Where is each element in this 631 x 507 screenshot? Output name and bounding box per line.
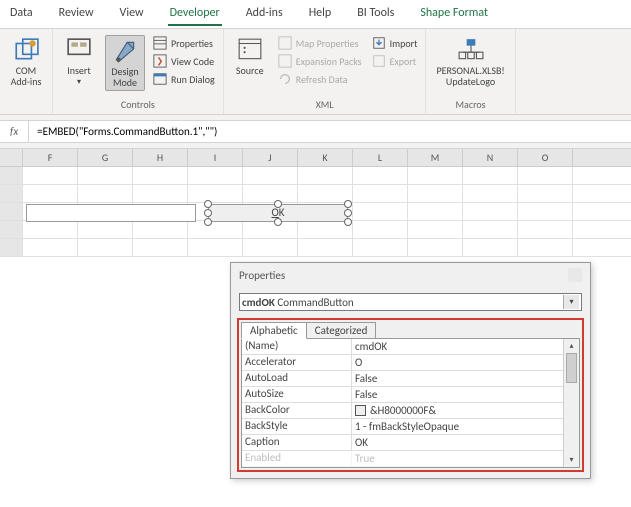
insert-icon <box>66 37 92 63</box>
view-code-icon: ❯ <box>153 54 167 68</box>
tab-review[interactable]: Review <box>57 4 96 26</box>
expansion-icon <box>278 54 292 68</box>
object-selector[interactable]: cmdOK CommandButton ▾ <box>239 293 582 311</box>
col-header[interactable]: N <box>463 149 518 166</box>
tab-addins[interactable]: Add-ins <box>244 4 285 26</box>
scrollbar[interactable]: ▴ ▾ <box>563 339 579 467</box>
close-icon[interactable] <box>568 268 582 282</box>
tab-data[interactable]: Data <box>8 4 35 26</box>
import-icon <box>372 36 386 50</box>
property-grid[interactable]: (Name)cmdOK AcceleratorO AutoLoadFalse A… <box>241 338 580 468</box>
macro-icon <box>458 37 484 63</box>
chevron-down-icon: ▾ <box>77 78 81 87</box>
map-properties-button[interactable]: Map Properties <box>276 35 364 51</box>
color-swatch <box>355 405 366 416</box>
column-headers: F G H I J K L M N O <box>0 149 631 167</box>
refresh-data-button[interactable]: Refresh Data <box>276 71 364 87</box>
resize-handle[interactable] <box>344 200 352 208</box>
group-label-macros: Macros <box>456 98 486 112</box>
prop-name[interactable]: (Name) <box>242 339 352 354</box>
resize-handle[interactable] <box>204 209 212 217</box>
resize-handle[interactable] <box>204 200 212 208</box>
scroll-up-icon[interactable]: ▴ <box>564 339 579 353</box>
resize-handle[interactable] <box>204 218 212 226</box>
prop-name[interactable]: AutoLoad <box>242 371 352 386</box>
resize-handle[interactable] <box>274 200 282 208</box>
group-macros: PERSONAL.XLSB! UpdateLogo Macros <box>426 29 515 114</box>
col-header[interactable]: F <box>23 149 78 166</box>
resize-handle[interactable] <box>274 218 282 226</box>
export-button[interactable]: Export <box>370 53 420 69</box>
run-dialog-button[interactable]: Run Dialog <box>151 71 217 87</box>
tab-help[interactable]: Help <box>307 4 334 26</box>
run-dialog-icon <box>153 72 167 86</box>
tab-shape-format[interactable]: Shape Format <box>418 4 490 26</box>
ribbon: COM Add-ins Insert ▾ Design Mode Propert… <box>0 29 631 115</box>
tab-bitools[interactable]: BI Tools <box>355 4 396 26</box>
map-properties-icon <box>278 36 292 50</box>
prop-name[interactable]: BackStyle <box>242 419 352 434</box>
highlight-frame: Alphabetic Categorized (Name)cmdOK Accel… <box>237 318 584 472</box>
group-label-xml: XML <box>316 98 334 112</box>
properties-titlebar[interactable]: Properties <box>231 263 590 287</box>
scroll-down-icon[interactable]: ▾ <box>564 453 579 467</box>
prop-value[interactable]: 1 - fmBackStyleOpaque <box>352 419 563 434</box>
group-label-controls: Controls <box>121 98 155 112</box>
group-addins: COM Add-ins <box>0 29 53 114</box>
source-button[interactable]: Source <box>230 35 270 78</box>
personal-macro-button[interactable]: PERSONAL.XLSB! UpdateLogo <box>432 35 508 89</box>
col-header[interactable]: I <box>188 149 243 166</box>
design-mode-icon <box>112 38 138 64</box>
col-header[interactable]: M <box>408 149 463 166</box>
prop-name[interactable]: Caption <box>242 435 352 450</box>
resize-handle[interactable] <box>344 218 352 226</box>
formula-input[interactable] <box>29 121 631 142</box>
design-mode-button[interactable]: Design Mode <box>105 35 145 91</box>
view-code-button[interactable]: ❯View Code <box>151 53 217 69</box>
export-icon <box>372 54 386 68</box>
col-header[interactable]: H <box>133 149 188 166</box>
refresh-icon <box>278 72 292 86</box>
resize-handle[interactable] <box>344 209 352 217</box>
prop-name[interactable]: AutoSize <box>242 387 352 402</box>
prop-value[interactable]: O <box>352 355 563 370</box>
group-controls: Insert ▾ Design Mode Properties ❯View Co… <box>53 29 224 114</box>
group-xml: Source Map Properties Expansion Packs Re… <box>224 29 427 114</box>
prop-value[interactable]: False <box>352 387 563 402</box>
prop-name[interactable]: Enabled <box>242 451 352 466</box>
col-header[interactable]: O <box>518 149 573 166</box>
source-icon <box>237 37 263 63</box>
col-header[interactable]: L <box>353 149 408 166</box>
fx-label[interactable]: fx <box>0 121 29 142</box>
col-header[interactable]: G <box>78 149 133 166</box>
formula-bar: fx <box>0 121 631 143</box>
ribbon-tabs: Data Review View Developer Add-ins Help … <box>0 0 631 29</box>
tab-categorized[interactable]: Categorized <box>306 322 377 339</box>
chevron-down-icon[interactable]: ▾ <box>563 295 579 309</box>
prop-value[interactable]: False <box>352 371 563 386</box>
prop-value[interactable]: cmdOK <box>352 339 563 354</box>
prop-value[interactable]: True <box>352 451 563 466</box>
properties-button[interactable]: Properties <box>151 35 217 51</box>
tab-view[interactable]: View <box>118 4 146 26</box>
col-header[interactable]: K <box>298 149 353 166</box>
tab-alphabetic[interactable]: Alphabetic <box>241 322 307 339</box>
prop-value[interactable]: OK <box>352 435 563 450</box>
col-header[interactable]: J <box>243 149 298 166</box>
com-addins-icon <box>13 37 39 63</box>
prop-name[interactable]: BackColor <box>242 403 352 418</box>
svg-text:❯: ❯ <box>157 57 164 67</box>
tab-developer[interactable]: Developer <box>168 4 222 26</box>
insert-button[interactable]: Insert ▾ <box>59 35 99 89</box>
prop-name[interactable]: Accelerator <box>242 355 352 370</box>
prop-value[interactable]: &H8000000F& <box>352 403 563 418</box>
import-button[interactable]: Import <box>370 35 420 51</box>
textbox-control[interactable] <box>26 204 196 222</box>
expansion-packs-button[interactable]: Expansion Packs <box>276 53 364 69</box>
properties-icon <box>153 36 167 50</box>
scroll-thumb[interactable] <box>566 353 577 383</box>
com-addins-button[interactable]: COM Add-ins <box>6 35 46 89</box>
properties-window[interactable]: Properties cmdOK CommandButton ▾ Alphabe… <box>230 262 591 479</box>
